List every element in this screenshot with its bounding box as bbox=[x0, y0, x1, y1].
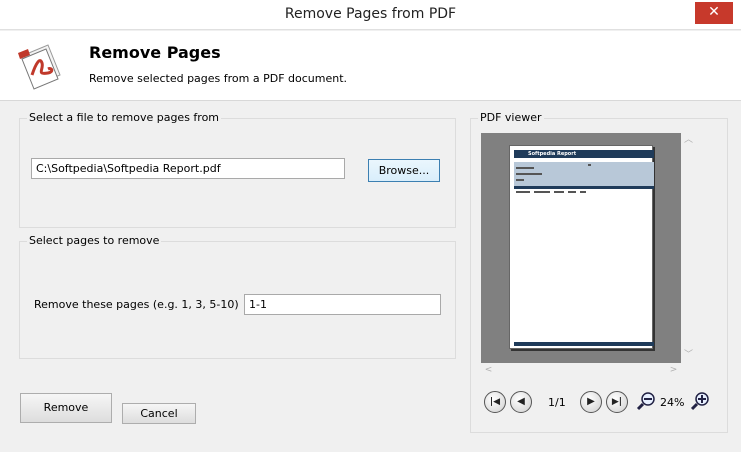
page-divider-bar bbox=[514, 186, 654, 189]
zoom-out-icon[interactable] bbox=[636, 391, 656, 411]
first-page-button[interactable]: |◀ bbox=[484, 391, 506, 413]
scroll-left-icon[interactable]: < bbox=[481, 363, 496, 378]
page-indicator: 1/1 bbox=[548, 396, 566, 409]
page-header-bar: Softpedia Report bbox=[514, 150, 654, 158]
header-banner: Remove Pages Remove selected pages from … bbox=[0, 31, 741, 101]
page-text-line bbox=[554, 191, 564, 193]
page-footer-bar bbox=[514, 342, 654, 346]
page-text-line bbox=[516, 167, 534, 169]
page-range-input[interactable]: 1-1 bbox=[244, 294, 441, 315]
file-path-input[interactable]: C:\Softpedia\Softpedia Report.pdf bbox=[31, 158, 345, 179]
page-header-text: Softpedia Report bbox=[528, 151, 577, 157]
close-button[interactable]: ✕ bbox=[695, 2, 733, 24]
vertical-scrollbar[interactable]: ︿ ﹀ bbox=[681, 133, 696, 363]
last-page-button[interactable]: ▶| bbox=[606, 391, 628, 413]
horizontal-scrollbar[interactable]: < > bbox=[481, 363, 681, 378]
browse-button[interactable]: Browse... bbox=[368, 159, 440, 182]
page-text-line bbox=[588, 164, 591, 166]
page-text-line bbox=[534, 191, 550, 193]
zoom-level: 24% bbox=[660, 396, 685, 409]
pages-group-legend: Select pages to remove bbox=[27, 234, 162, 247]
page-range-label: Remove these pages (e.g. 1, 3, 5-10) bbox=[34, 298, 239, 311]
title-bar: Remove Pages from PDF ✕ bbox=[0, 0, 741, 30]
scroll-up-icon[interactable]: ︿ bbox=[681, 133, 696, 148]
viewer-canvas: Softpedia Report bbox=[481, 133, 681, 363]
viewer-group-legend: PDF viewer bbox=[478, 111, 544, 124]
page-thumbnail: Softpedia Report bbox=[509, 145, 654, 349]
remove-button[interactable]: Remove bbox=[20, 393, 112, 423]
window-title: Remove Pages from PDF bbox=[284, 6, 457, 22]
prev-page-button[interactable]: ◀ bbox=[510, 391, 532, 413]
scroll-right-icon[interactable]: > bbox=[666, 363, 681, 378]
page-text-line bbox=[568, 191, 576, 193]
page-text-line bbox=[580, 191, 586, 193]
file-group-legend: Select a file to remove pages from bbox=[27, 111, 222, 124]
next-page-button[interactable]: ▶ bbox=[580, 391, 602, 413]
scroll-down-icon[interactable]: ﹀ bbox=[681, 348, 696, 363]
pdf-document-icon bbox=[18, 44, 61, 90]
page-text-line bbox=[516, 179, 524, 181]
page-text-line bbox=[516, 191, 530, 193]
pdf-viewer[interactable]: Softpedia Report ︿ ﹀ bbox=[481, 133, 696, 363]
header-title: Remove Pages bbox=[89, 43, 221, 62]
header-subtitle: Remove selected pages from a PDF documen… bbox=[89, 72, 348, 85]
zoom-in-icon[interactable] bbox=[690, 391, 710, 411]
cancel-button[interactable]: Cancel bbox=[122, 403, 196, 424]
page-text-line bbox=[516, 173, 542, 175]
